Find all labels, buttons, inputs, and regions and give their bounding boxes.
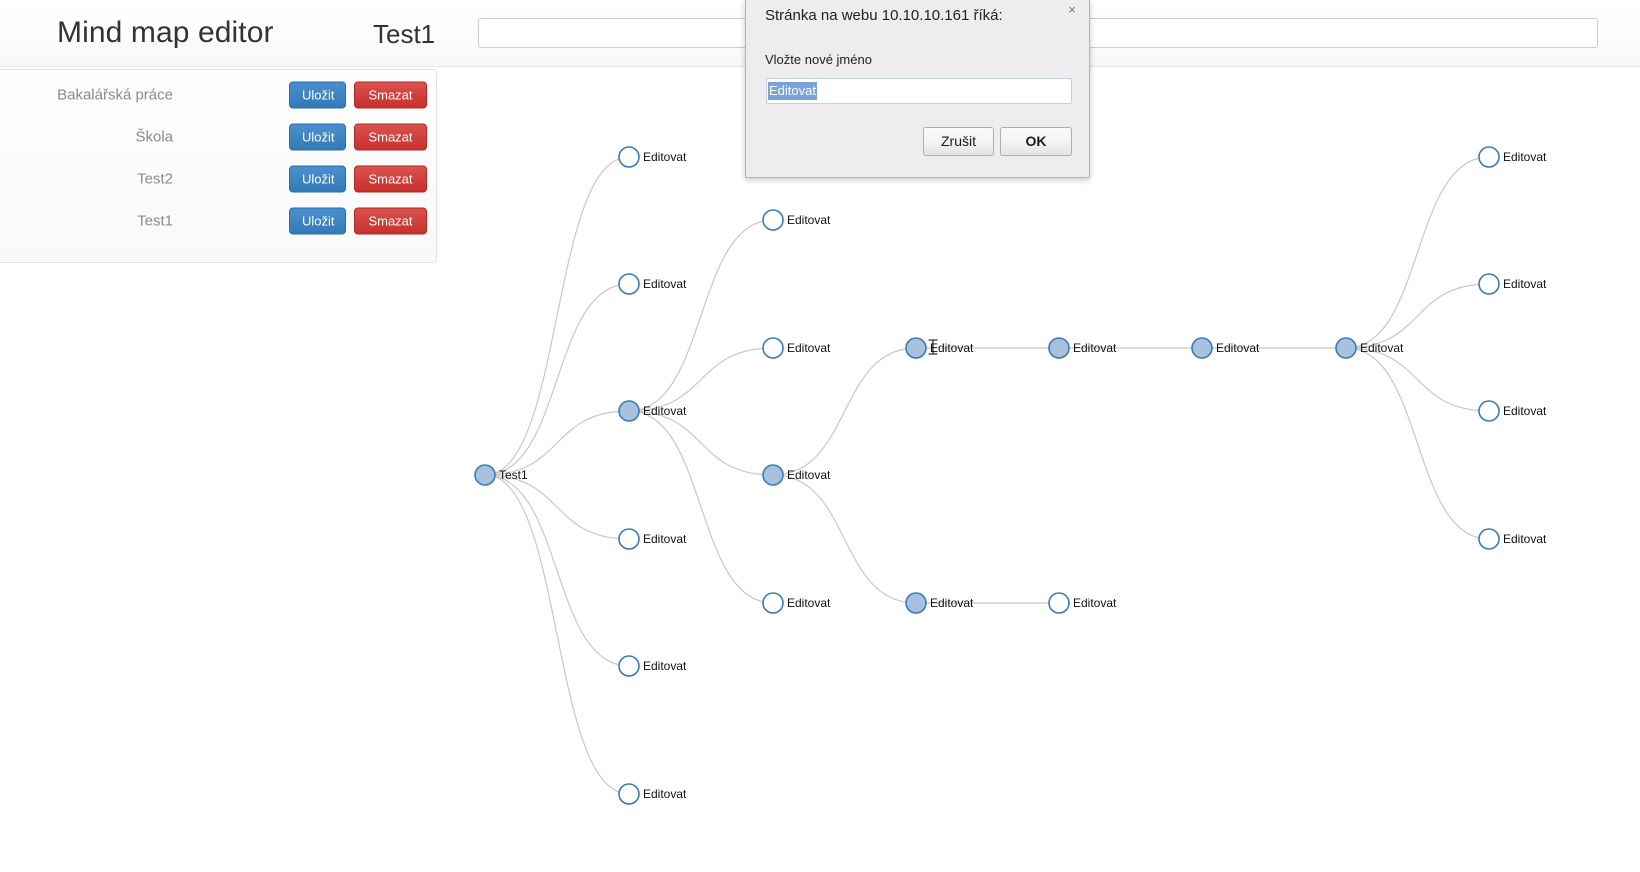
mindmap-edge bbox=[484, 156, 630, 476]
mindmap-node[interactable] bbox=[1478, 273, 1500, 295]
ok-button[interactable]: OK bbox=[1000, 127, 1072, 156]
mindmap-node[interactable] bbox=[618, 783, 640, 805]
mindmap-edge bbox=[1345, 347, 1490, 412]
mindmap-node-label[interactable]: Editovat bbox=[787, 597, 830, 609]
mindmap-node-label[interactable]: Editovat bbox=[1503, 405, 1546, 417]
mindmap-node[interactable] bbox=[1048, 337, 1070, 359]
mindmap-root-node[interactable] bbox=[474, 464, 496, 486]
cancel-button[interactable]: Zrušit bbox=[923, 127, 994, 156]
current-map-title: Test1 bbox=[373, 19, 436, 49]
mindmap-node-label[interactable]: Editovat bbox=[1216, 342, 1259, 354]
mindmap-node[interactable] bbox=[618, 400, 640, 422]
mindmap-edge bbox=[1345, 156, 1490, 349]
mindmap-node-label[interactable]: Editovat bbox=[1360, 342, 1403, 354]
mindmap-edge bbox=[628, 410, 774, 476]
mindmap-node[interactable] bbox=[762, 464, 784, 486]
dialog-prompt-label: Vložte nové jméno bbox=[765, 52, 872, 67]
mindmap-node-label[interactable]: Editovat bbox=[1073, 342, 1116, 354]
mindmap-canvas[interactable]: Test1 Editovat Editovat Editovat Editovat Edi… bbox=[0, 67, 1640, 872]
mindmap-edge bbox=[484, 283, 630, 476]
mindmap-node[interactable] bbox=[905, 337, 927, 359]
mindmap-edge bbox=[772, 347, 917, 476]
mindmap-node[interactable] bbox=[618, 146, 640, 168]
mindmap-node-label[interactable]: Editovat bbox=[643, 405, 686, 417]
text-cursor-icon bbox=[928, 339, 938, 355]
mindmap-node[interactable] bbox=[618, 273, 640, 295]
mindmap-edge bbox=[1345, 283, 1490, 349]
mindmap-node-label[interactable]: Editovat bbox=[643, 533, 686, 545]
mindmap-edge bbox=[628, 219, 774, 412]
mindmap-node[interactable] bbox=[1478, 528, 1500, 550]
dialog-input-selected-text: Editovat bbox=[768, 82, 817, 100]
app-root: Mind map editor Test1 Bakalářská práce Ul… bbox=[0, 0, 1640, 872]
mindmap-node-label[interactable]: Editovat bbox=[930, 597, 973, 609]
mindmap-node[interactable] bbox=[762, 592, 784, 614]
mindmap-node-label[interactable]: Editovat bbox=[1503, 533, 1546, 545]
mindmap-node-label[interactable]: Editovat bbox=[787, 214, 830, 226]
dialog-text-input[interactable]: Editovat bbox=[766, 78, 1072, 104]
mindmap-node-label[interactable]: Editovat bbox=[1503, 151, 1546, 163]
mindmap-node[interactable] bbox=[1335, 337, 1357, 359]
mindmap-node[interactable] bbox=[1478, 146, 1500, 168]
browser-prompt-dialog: Stránka na webu 10.10.10.161 říká: × Vlo… bbox=[745, 0, 1090, 178]
mindmap-edge bbox=[1345, 347, 1490, 540]
dialog-title: Stránka na webu 10.10.10.161 říká: bbox=[765, 7, 1003, 24]
mindmap-node-label[interactable]: Editovat bbox=[1503, 278, 1546, 290]
mindmap-node[interactable] bbox=[762, 337, 784, 359]
mindmap-node-label[interactable]: Editovat bbox=[643, 278, 686, 290]
mindmap-node[interactable] bbox=[1478, 400, 1500, 422]
mindmap-node-label[interactable]: Editovat bbox=[1073, 597, 1116, 609]
mindmap-node-label[interactable]: Editovat bbox=[787, 342, 830, 354]
mindmap-edge bbox=[628, 347, 774, 412]
mindmap-root-label[interactable]: Test1 bbox=[499, 469, 528, 481]
mindmap-node[interactable] bbox=[905, 592, 927, 614]
mindmap-node[interactable] bbox=[762, 209, 784, 231]
mindmap-edge bbox=[628, 410, 774, 604]
mindmap-edge bbox=[484, 474, 630, 795]
mindmap-node[interactable] bbox=[1048, 592, 1070, 614]
mindmap-node[interactable] bbox=[618, 528, 640, 550]
app-brand-title: Mind map editor bbox=[57, 16, 274, 49]
mindmap-node-label[interactable]: Editovat bbox=[643, 660, 686, 672]
mindmap-node-label[interactable]: Editovat bbox=[643, 151, 686, 163]
mindmap-node-label[interactable]: Editovat bbox=[643, 788, 686, 800]
close-icon[interactable]: × bbox=[1064, 2, 1080, 18]
mindmap-node[interactable] bbox=[1191, 337, 1213, 359]
mindmap-edge bbox=[772, 474, 917, 604]
mindmap-node[interactable] bbox=[618, 655, 640, 677]
mindmap-node-label[interactable]: Editovat bbox=[787, 469, 830, 481]
